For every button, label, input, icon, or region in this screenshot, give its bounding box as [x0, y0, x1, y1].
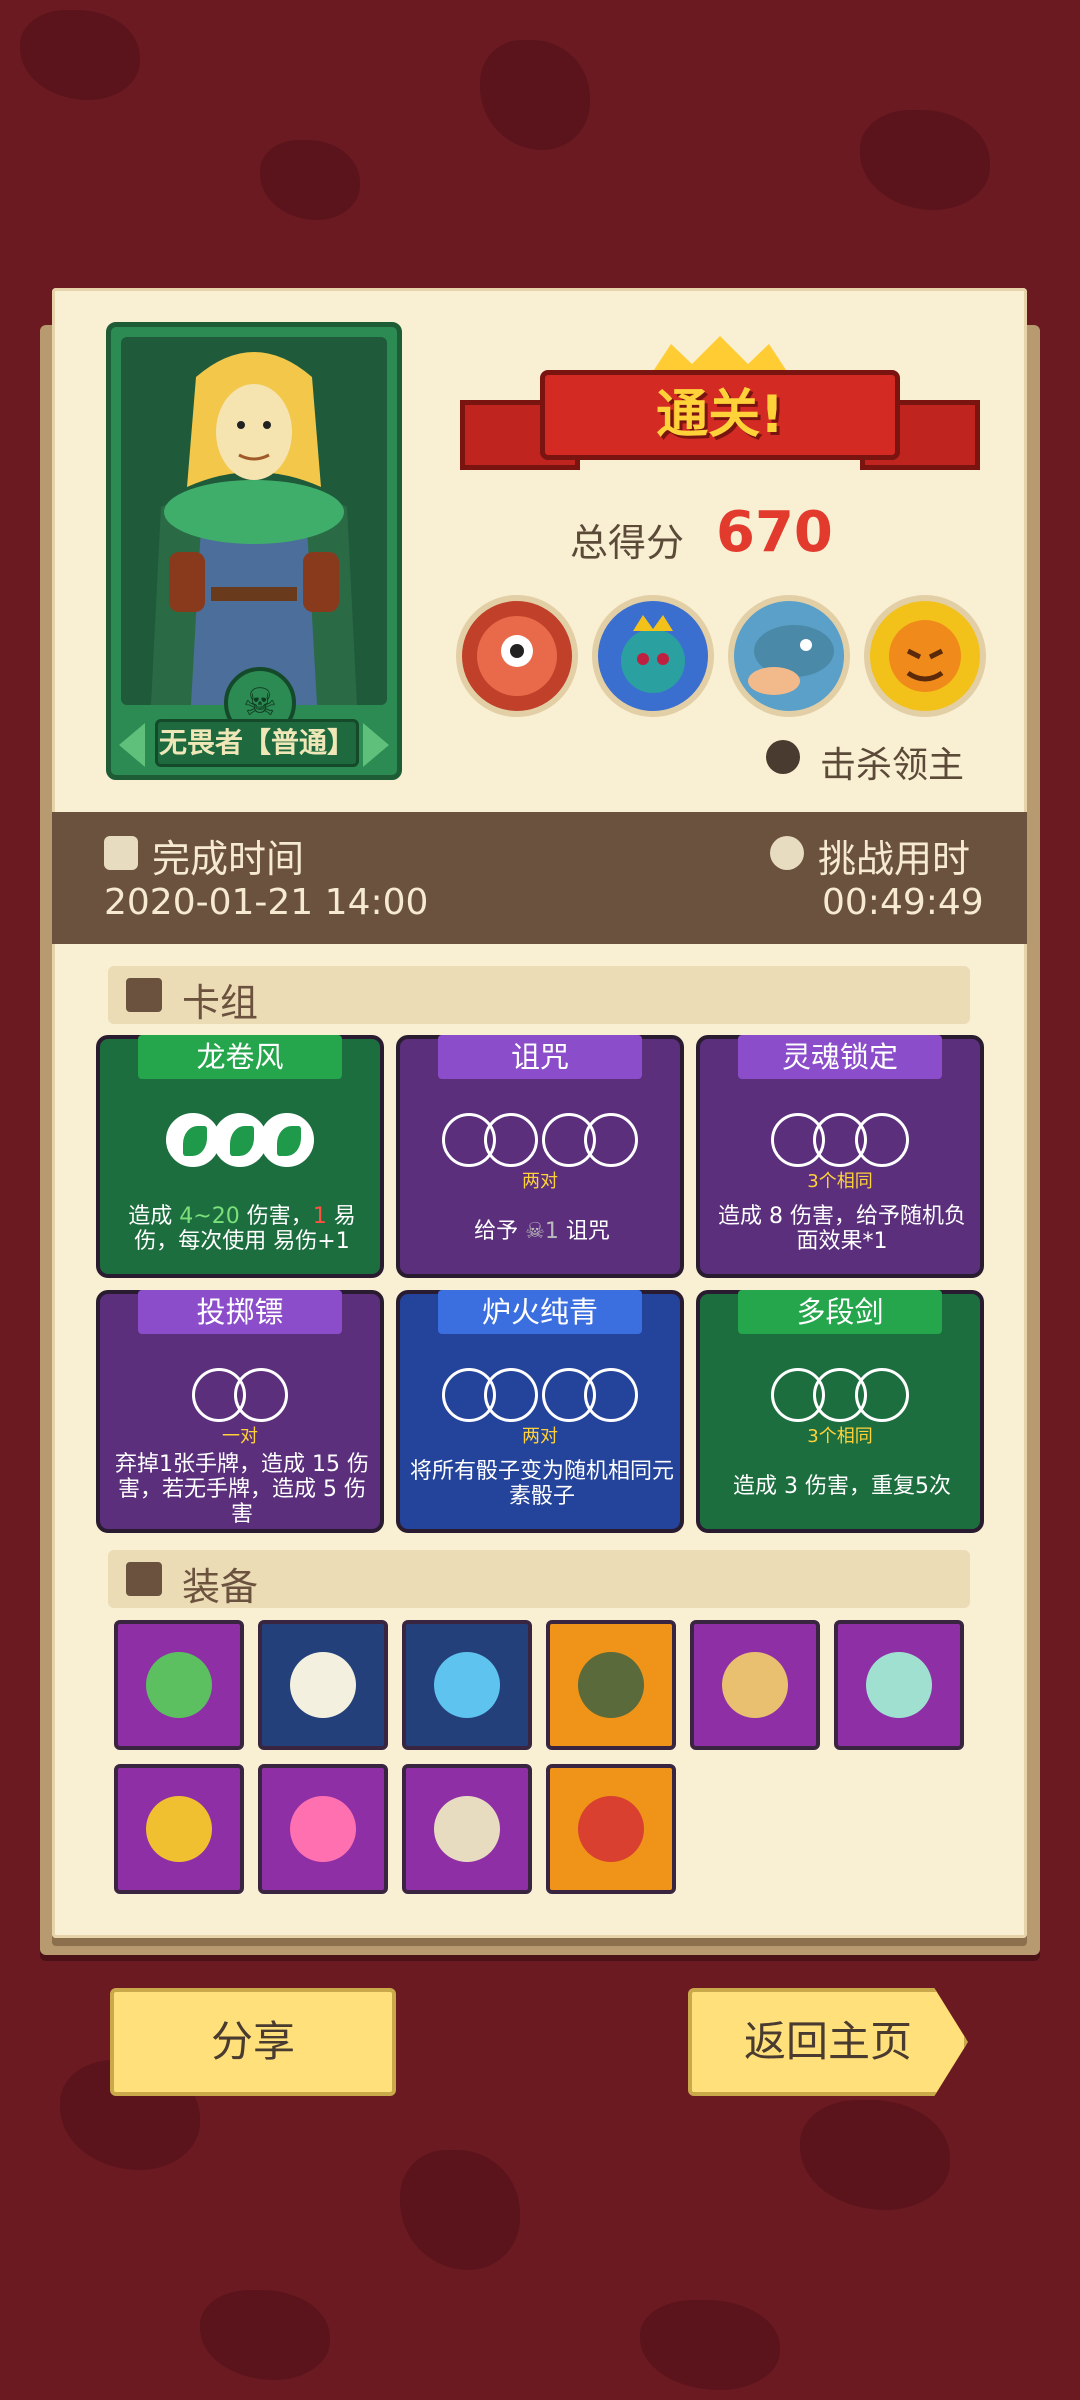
goblin-mask-icon: [578, 1652, 644, 1718]
equipment-item[interactable]: [114, 1620, 244, 1750]
skull-icon: [290, 1652, 356, 1718]
sun-boss-icon: [864, 595, 986, 717]
deck-card[interactable]: 投掷镖 一对 弃掉1张手牌，造成 15 伤害，若无手牌，造成 5 伤害: [96, 1290, 384, 1533]
deck-section-header: 卡组: [108, 966, 970, 1025]
banner-text: 通关!: [656, 385, 784, 445]
card-description: 弃掉1张手牌，造成 15 伤害，若无手牌，造成 5 伤害: [115, 1452, 369, 1527]
card-dice-requirement: 两对: [522, 1426, 558, 1447]
background-pattern: [200, 2290, 330, 2380]
fish-boss-icon: [728, 595, 850, 717]
hero-prev-arrow-icon[interactable]: [119, 723, 145, 767]
deck-card[interactable]: 诅咒 两对 给予 ☠1 诅咒: [396, 1035, 684, 1278]
hero-name: 无畏者【普通】: [155, 719, 359, 767]
equipment-item[interactable]: [114, 1764, 244, 1894]
deck-card[interactable]: 炉火纯青 两对 将所有骰子变为随机相同元素骰子: [396, 1290, 684, 1533]
cards-icon: [126, 978, 162, 1012]
duration-value: 00:49:49: [822, 882, 984, 923]
spellbook-icon: [722, 1652, 788, 1718]
equipment-item[interactable]: [258, 1620, 388, 1750]
card-dice-requirement: 3个相同: [807, 1171, 873, 1192]
hero-card: ☠ 无畏者【普通】: [106, 322, 402, 780]
background-pattern: [800, 2100, 950, 2210]
card-description: 将所有骰子变为随机相同元素骰子: [410, 1459, 675, 1509]
background-pattern: [480, 40, 590, 150]
dice-slots: [400, 1368, 680, 1422]
vase-icon: [866, 1652, 932, 1718]
ribbon: 通关!: [540, 370, 900, 460]
card-name: 龙卷风: [138, 1035, 342, 1079]
card-dice-requirement: 两对: [522, 1171, 558, 1192]
background-pattern: [20, 10, 140, 100]
dice-slots: [100, 1113, 380, 1167]
skull-icon: ☠: [525, 1219, 545, 1244]
deck-card[interactable]: 多段剑 3个相同 造成 3 伤害，重复5次: [696, 1290, 984, 1533]
equipment-item[interactable]: [690, 1620, 820, 1750]
card-dice-requirement: 一对: [222, 1426, 258, 1447]
kill-label: 击杀领主: [820, 745, 965, 786]
totem-icon: [290, 1796, 356, 1862]
card-dice-requirement: 3个相同: [807, 1426, 873, 1447]
finish-time-label: 完成时间: [152, 837, 305, 881]
card-description: 给予 ☠1 诅咒: [474, 1219, 610, 1244]
equipment-title: 装备: [182, 1565, 259, 1609]
return-home-button[interactable]: 返回主页: [688, 1988, 968, 2096]
gear-icon: [126, 1562, 162, 1596]
calendar-icon: [104, 836, 138, 870]
heart-shield-icon: [146, 1796, 212, 1862]
card-name: 炉火纯青: [438, 1290, 642, 1334]
score-label: 总得分: [570, 521, 685, 565]
equipment-item[interactable]: [834, 1620, 964, 1750]
victory-banner: 通关!: [450, 330, 990, 500]
scroll-icon: [434, 1796, 500, 1862]
equipment-item[interactable]: [402, 1764, 532, 1894]
potion-flask-icon: [146, 1652, 212, 1718]
score-value: 670: [716, 500, 833, 565]
deck-card[interactable]: 灵魂锁定 3个相同 造成 8 伤害，给予随机负面效果*1: [696, 1035, 984, 1278]
card-description: 造成 3 伤害，重复5次: [733, 1474, 951, 1499]
hero-next-arrow-icon[interactable]: [363, 723, 389, 767]
boss-skull-icon: [766, 740, 800, 774]
dagger-scroll-icon: [578, 1796, 644, 1862]
card-name: 投掷镖: [138, 1290, 342, 1334]
background-pattern: [400, 2150, 520, 2270]
background-pattern: [860, 110, 990, 210]
ice-crown-icon: [434, 1652, 500, 1718]
hero-portrait: [121, 337, 387, 705]
equipment-item[interactable]: [258, 1764, 388, 1894]
dice-slots: [700, 1113, 980, 1167]
background-pattern: [260, 140, 360, 220]
equipment-item[interactable]: [546, 1764, 676, 1894]
share-button[interactable]: 分享: [110, 1988, 396, 2096]
background-pattern: [640, 2300, 780, 2390]
deck-card[interactable]: 龙卷风 造成 4~20 伤害，1 易伤，每次使用 易伤+1: [96, 1035, 384, 1278]
duration-label: 挑战用时: [818, 837, 971, 881]
spider-king-boss-icon: [592, 595, 714, 717]
finish-time-value: 2020-01-21 14:00: [104, 882, 429, 923]
time-bar: 完成时间 2020-01-21 14:00 挑战用时 00:49:49: [52, 812, 1027, 944]
dice-slots: [100, 1368, 380, 1422]
card-name: 诅咒: [438, 1035, 642, 1079]
eyeball-boss-icon: [456, 595, 578, 717]
dice-slots: [400, 1113, 680, 1167]
card-name: 多段剑: [738, 1290, 942, 1334]
equipment-item[interactable]: [402, 1620, 532, 1750]
dice-slots: [700, 1368, 980, 1422]
stopwatch-icon: [770, 836, 804, 870]
card-name: 灵魂锁定: [738, 1035, 942, 1079]
card-description: 造成 4~20 伤害，1 易伤，每次使用 易伤+1: [128, 1204, 356, 1254]
card-description: 造成 8 伤害，给予随机负面效果*1: [718, 1204, 966, 1254]
equipment-item[interactable]: [546, 1620, 676, 1750]
equipment-section-header: 装备: [108, 1550, 970, 1609]
deck-title: 卡组: [182, 981, 259, 1025]
